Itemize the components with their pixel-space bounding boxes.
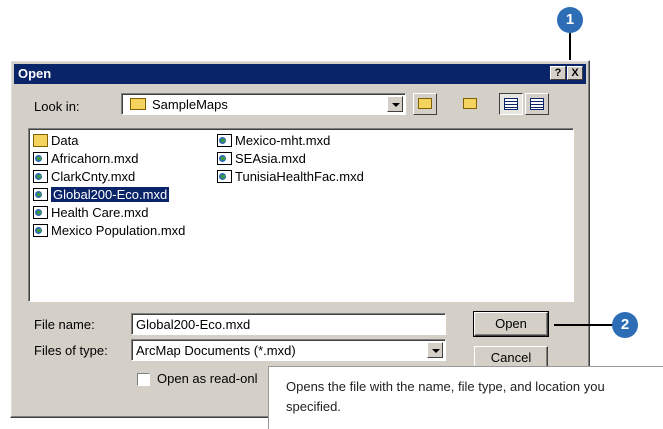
list-item[interactable]: ClarkCnty.mxd: [31, 168, 135, 186]
look-in-value: SampleMaps: [152, 97, 228, 112]
file-list[interactable]: Data Africahorn.mxd ClarkCnty.mxd Global…: [28, 128, 574, 302]
look-in-dropdown-arrow[interactable]: [387, 96, 403, 112]
up-one-level-button[interactable]: [413, 93, 437, 115]
details-view-icon: [530, 98, 544, 110]
file-name: Mexico-mht.mxd: [235, 133, 331, 148]
files-of-type-label: Files of type:: [34, 343, 108, 358]
folder-icon: [130, 98, 146, 110]
list-item[interactable]: Health Care.mxd: [31, 204, 149, 222]
list-item[interactable]: Data: [31, 132, 78, 150]
read-only-checkbox[interactable]: [137, 373, 150, 386]
list-view-button[interactable]: [499, 93, 523, 115]
map-document-icon: [217, 170, 232, 183]
callout-leader-2: [554, 324, 616, 326]
dialog-title: Open: [18, 66, 52, 81]
callout-badge-2: 2: [612, 312, 638, 338]
list-item-selected[interactable]: Global200-Eco.mxd: [31, 186, 170, 204]
look-in-label: Look in:: [34, 99, 80, 114]
map-document-icon: [33, 188, 48, 201]
file-name: SEAsia.mxd: [235, 151, 306, 166]
file-name: ClarkCnty.mxd: [51, 169, 136, 184]
file-name: TunisiaHealthFac.mxd: [235, 169, 364, 184]
files-of-type-dropdown-arrow[interactable]: [427, 342, 443, 358]
list-item[interactable]: Mexico-mht.mxd: [215, 132, 330, 150]
list-view-icon: [504, 98, 518, 110]
file-name: Health Care.mxd: [51, 205, 149, 220]
list-item[interactable]: Mexico Population.mxd: [31, 222, 185, 240]
map-document-icon: [217, 134, 232, 147]
files-of-type-value: ArcMap Documents (*.mxd): [136, 343, 296, 358]
up-folder-icon: [418, 98, 432, 109]
tooltip-text: Opens the file with the name, file type,…: [286, 379, 605, 414]
file-name: Global200-Eco.mxd: [51, 187, 170, 202]
file-name-value: Global200-Eco.mxd: [136, 317, 251, 332]
map-document-icon: [33, 152, 48, 165]
folder-icon: [33, 134, 48, 147]
details-view-button[interactable]: [525, 93, 549, 115]
files-of-type-dropdown[interactable]: ArcMap Documents (*.mxd): [131, 339, 446, 361]
title-bar: Open ? X: [14, 64, 586, 84]
map-document-icon: [33, 206, 48, 219]
list-item[interactable]: TunisiaHealthFac.mxd: [215, 168, 364, 186]
look-in-dropdown[interactable]: SampleMaps: [121, 93, 406, 115]
file-name: Africahorn.mxd: [51, 151, 139, 166]
file-name: Data: [51, 133, 79, 148]
callout-badge-1: 1: [557, 7, 583, 33]
map-document-icon: [33, 170, 48, 183]
map-document-icon: [217, 152, 232, 165]
close-button[interactable]: X: [567, 66, 583, 80]
map-document-icon: [33, 224, 48, 237]
open-dialog: Open ? X Look in: SampleMaps Data Africa…: [10, 60, 590, 418]
new-folder-button[interactable]: [459, 93, 483, 115]
tooltip: Opens the file with the name, file type,…: [268, 366, 663, 429]
open-button[interactable]: Open: [473, 311, 549, 337]
help-button[interactable]: ?: [550, 66, 566, 80]
list-item[interactable]: SEAsia.mxd: [215, 150, 306, 168]
new-folder-icon: [463, 98, 477, 109]
file-name: Mexico Population.mxd: [51, 223, 186, 238]
file-name-field[interactable]: Global200-Eco.mxd: [131, 313, 446, 335]
read-only-label: Open as read-onl: [157, 371, 258, 386]
list-item[interactable]: Africahorn.mxd: [31, 150, 138, 168]
file-name-label: File name:: [34, 317, 95, 332]
